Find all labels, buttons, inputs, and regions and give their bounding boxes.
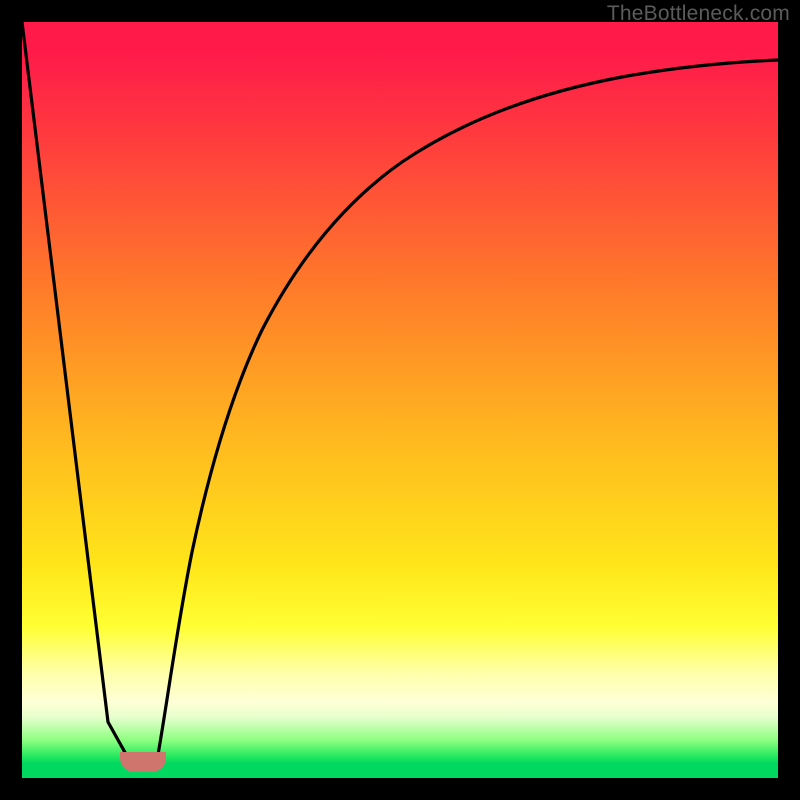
curve-left <box>22 22 132 765</box>
chart-frame: TheBottleneck.com <box>0 0 800 800</box>
optimum-marker <box>120 752 166 772</box>
watermark-text: TheBottleneck.com <box>607 2 790 26</box>
plot-area <box>22 22 778 778</box>
curve-right <box>156 60 778 766</box>
curve-layer <box>22 22 778 778</box>
